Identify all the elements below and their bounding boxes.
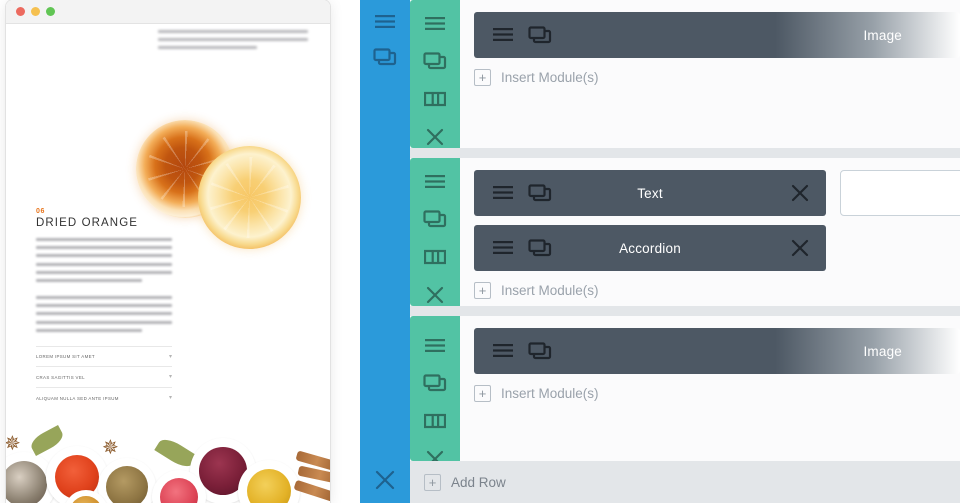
- columns-icon[interactable]: [424, 91, 446, 107]
- module-text[interactable]: Text: [474, 170, 826, 216]
- close-icon[interactable]: [425, 285, 445, 305]
- preview-accordion: LOREM IPSUM SIT AMET ▾ CRAS SAGITTIS VEL…: [36, 346, 172, 409]
- article-number: 06: [36, 208, 45, 215]
- row-1-body: Image + Insert Module(s): [460, 0, 960, 148]
- hamburger-icon[interactable]: [374, 14, 396, 30]
- section-toolbar: [360, 0, 410, 503]
- browser-titlebar: [6, 0, 330, 24]
- module-label: Image: [863, 343, 902, 359]
- hamburger-icon[interactable]: [424, 338, 446, 354]
- columns-icon[interactable]: [424, 249, 446, 265]
- accordion-item[interactable]: ALIQUAM NULLA SED ANTE IPSUM ▾: [36, 388, 172, 409]
- duplicate-icon[interactable]: [423, 210, 447, 229]
- screenshot-root: 06 DRIED ORANGE LOREM IPSUM SIT AMET ▾ C…: [0, 0, 960, 503]
- preview-top-paragraph: [158, 30, 308, 54]
- insert-modules-button[interactable]: + Insert Module(s): [474, 385, 960, 402]
- accordion-item[interactable]: LOREM IPSUM SIT AMET ▾: [36, 346, 172, 367]
- preview-page: 06 DRIED ORANGE LOREM IPSUM SIT AMET ▾ C…: [6, 24, 330, 503]
- hamburger-icon[interactable]: [424, 16, 446, 32]
- plus-icon: +: [474, 282, 491, 299]
- preview-paragraph-1: [36, 238, 172, 287]
- window-close-button[interactable]: [16, 7, 25, 16]
- plus-icon: +: [424, 473, 441, 491]
- insert-modules-label: Insert Module(s): [501, 386, 599, 401]
- article-title: DRIED ORANGE: [36, 217, 139, 229]
- module-accordion[interactable]: Accordion: [474, 225, 826, 271]
- browser-preview-window: 06 DRIED ORANGE LOREM IPSUM SIT AMET ▾ C…: [6, 0, 330, 503]
- row-2-body: Text Accordion + Insert Module(s): [460, 158, 960, 306]
- duplicate-icon[interactable]: [423, 374, 447, 393]
- add-row-label: Add Row: [451, 474, 506, 490]
- close-icon[interactable]: [790, 183, 810, 203]
- row-divider: [410, 148, 960, 158]
- hamburger-icon[interactable]: [492, 185, 514, 201]
- hamburger-icon[interactable]: [492, 27, 514, 43]
- row-1: Image + Insert Module(s): [410, 0, 960, 148]
- duplicate-icon[interactable]: [528, 341, 552, 361]
- hamburger-icon[interactable]: [424, 174, 446, 190]
- close-icon[interactable]: [425, 127, 445, 147]
- insert-modules-button[interactable]: + Insert Module(s): [474, 69, 960, 86]
- window-minimize-button[interactable]: [31, 7, 40, 16]
- preview-paragraph-2: [36, 296, 172, 337]
- page-builder: Image + Insert Module(s) Text Accordion …: [360, 0, 960, 503]
- rows-container: Image + Insert Module(s) Text Accordion …: [410, 0, 960, 503]
- accordion-item-label: LOREM IPSUM SIT AMET: [36, 354, 95, 359]
- spices-photo: ✵ ✵: [6, 408, 330, 503]
- insert-modules-button[interactable]: + Insert Module(s): [474, 282, 960, 299]
- duplicate-icon[interactable]: [528, 25, 552, 45]
- insert-modules-label: Insert Module(s): [501, 283, 599, 298]
- duplicate-icon[interactable]: [528, 238, 552, 258]
- duplicate-icon[interactable]: [423, 52, 447, 71]
- hamburger-icon[interactable]: [492, 343, 514, 359]
- module-image[interactable]: Image: [474, 328, 960, 374]
- window-maximize-button[interactable]: [46, 7, 55, 16]
- row-divider: [410, 306, 960, 316]
- accordion-item[interactable]: CRAS SAGITTIS VEL ▾: [36, 367, 172, 388]
- dried-orange-image: [136, 120, 301, 250]
- row-2: Text Accordion + Insert Module(s): [410, 158, 960, 306]
- module-image[interactable]: Image: [474, 12, 960, 58]
- row-toolbar: [410, 316, 460, 468]
- plus-icon: +: [474, 385, 491, 402]
- section-close-button[interactable]: [360, 469, 410, 491]
- hamburger-icon[interactable]: [492, 240, 514, 256]
- chevron-down-icon: ▾: [168, 353, 172, 360]
- duplicate-icon[interactable]: [373, 48, 397, 67]
- columns-icon[interactable]: [424, 413, 446, 429]
- module-label: Image: [863, 27, 902, 43]
- row-3: Image + Insert Module(s): [410, 316, 960, 468]
- duplicate-icon[interactable]: [528, 183, 552, 203]
- accordion-item-label: ALIQUAM NULLA SED ANTE IPSUM: [36, 395, 119, 401]
- row-3-body: Image + Insert Module(s): [460, 316, 960, 461]
- add-row-button[interactable]: + Add Row: [410, 461, 960, 503]
- row-toolbar: [410, 0, 460, 148]
- row-toolbar: [410, 158, 460, 306]
- module-drop-zone[interactable]: [840, 170, 960, 216]
- chevron-down-icon: ▾: [168, 395, 172, 401]
- close-icon[interactable]: [790, 238, 810, 258]
- insert-modules-label: Insert Module(s): [501, 70, 599, 85]
- chevron-down-icon: ▾: [168, 374, 172, 380]
- accordion-item-label: CRAS SAGITTIS VEL: [36, 374, 85, 380]
- plus-icon: +: [474, 69, 491, 86]
